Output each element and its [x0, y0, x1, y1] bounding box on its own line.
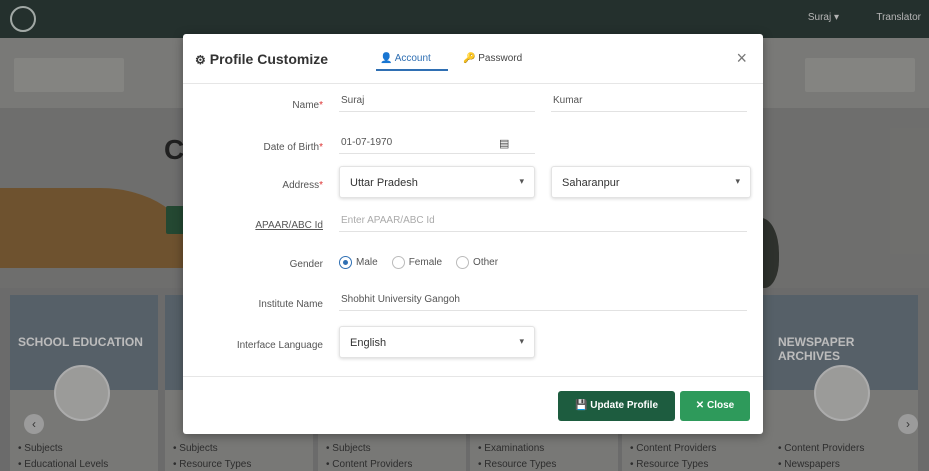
apaar-input[interactable]: [339, 210, 747, 232]
gender-option-female[interactable]: Female: [391, 256, 443, 269]
institute-label: Institute Name: [258, 299, 323, 310]
name-label: Name*: [203, 100, 323, 111]
update-profile-button[interactable]: 💾 Update Profile: [558, 391, 675, 421]
radio-button[interactable]: [456, 256, 470, 269]
modal-title: ⚙ Profile Customize: [195, 51, 328, 67]
required-mark: *: [319, 142, 323, 153]
close-icon[interactable]: ×: [736, 48, 747, 69]
radio-button[interactable]: [339, 256, 352, 269]
radio-button[interactable]: [391, 256, 405, 269]
calendar-icon[interactable]: ▤: [499, 137, 509, 150]
profile-customize-modal: ⚙ Profile Customize 👤 Account 🔑 Password …: [183, 34, 763, 434]
language-select-value: English: [350, 337, 387, 349]
state-select-value: Uttar Pradesh: [350, 177, 418, 189]
district-select-value: Saharanpur: [562, 177, 620, 189]
gender-option-other[interactable]: Other: [456, 256, 498, 269]
institute-input[interactable]: [339, 289, 747, 311]
active-tab-indicator: [376, 69, 448, 71]
tab-password[interactable]: 🔑 Password: [463, 53, 522, 64]
dob-label-text: Date of Birth: [263, 142, 320, 153]
name-label-text: Name: [292, 100, 320, 111]
address-label-text: Address: [282, 180, 320, 191]
required-mark: *: [319, 180, 323, 191]
modal-header: ⚙ Profile Customize 👤 Account 🔑 Password …: [183, 34, 763, 84]
gender-option-label: Male: [356, 257, 378, 268]
cogs-icon: ⚙: [195, 53, 206, 67]
modal-footer: 💾 Update Profile ✕ Close: [183, 376, 763, 434]
last-name-input[interactable]: [551, 90, 747, 112]
interface-language-label: Interface Language: [236, 340, 323, 351]
close-button-icon: ✕: [695, 400, 705, 411]
apaar-label: APAAR/ABC Id: [255, 220, 323, 231]
required-mark: *: [319, 100, 323, 111]
dob-label: Date of Birth*: [203, 142, 324, 153]
modal-title-text: Profile Customize: [209, 51, 329, 67]
tab-password-label: Password: [478, 53, 523, 64]
gender-option-male[interactable]: Male: [339, 256, 378, 269]
close-button[interactable]: ✕ Close: [680, 391, 750, 421]
address-label: Address*: [203, 180, 323, 191]
interface-language-select[interactable]: English ▾: [339, 326, 535, 358]
gender-option-label: Other: [473, 257, 499, 268]
key-icon: 🔑: [463, 53, 476, 64]
gender-option-label: Female: [408, 257, 443, 268]
tab-account[interactable]: 👤 Account: [380, 53, 431, 64]
update-profile-label: Update Profile: [590, 400, 659, 411]
gender-radio-group: Male Female Other: [339, 256, 498, 269]
user-icon: 👤: [380, 53, 393, 64]
save-icon: 💾: [574, 400, 588, 411]
chevron-down-icon: ▾: [519, 176, 524, 186]
close-button-label: Close: [706, 400, 735, 411]
first-name-input[interactable]: [339, 90, 535, 112]
gender-label: Gender: [289, 259, 323, 270]
chevron-down-icon: ▾: [735, 176, 740, 186]
tab-account-label: Account: [394, 53, 431, 64]
state-select[interactable]: Uttar Pradesh ▾: [339, 166, 535, 198]
chevron-down-icon: ▾: [519, 336, 524, 346]
district-select[interactable]: Saharanpur ▾: [551, 166, 751, 198]
